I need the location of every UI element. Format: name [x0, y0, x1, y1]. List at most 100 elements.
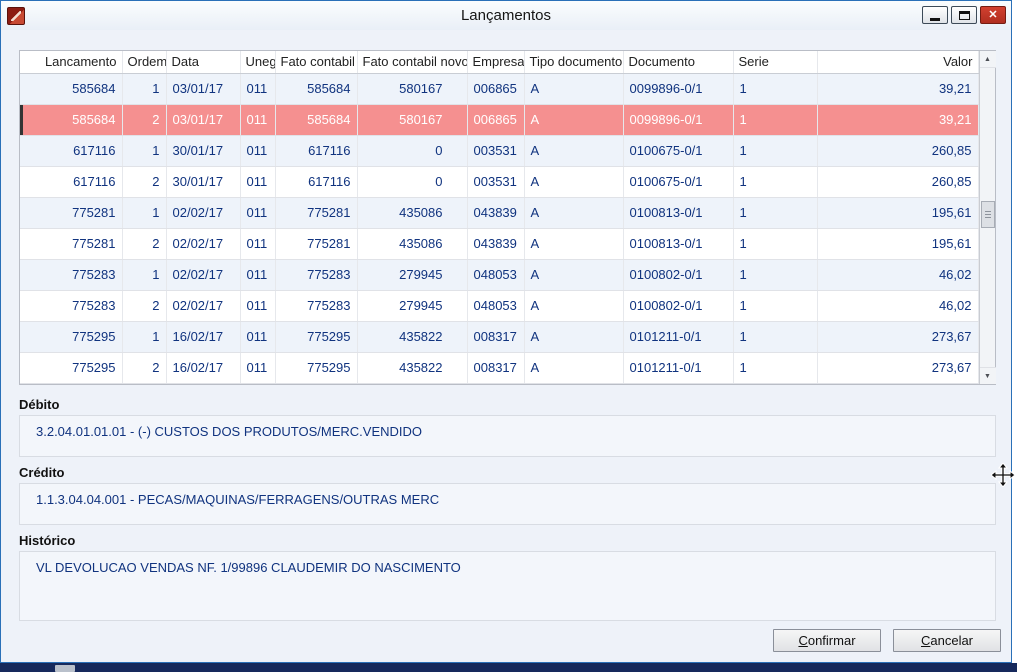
maximize-button[interactable] [951, 6, 977, 24]
cell-serie[interactable]: 1 [733, 135, 818, 167]
table-row[interactable]: 775283 2 02/02/17 011 775283 279945 048053 A 010… [20, 290, 979, 322]
cell-documento[interactable]: 0100813-0/1 [623, 228, 734, 260]
column-header-lancamento[interactable]: Lancamento [20, 51, 123, 74]
cell-fato_contabil_novo[interactable]: 435086 [357, 197, 468, 229]
cell-data[interactable]: 16/02/17 [166, 352, 241, 385]
cell-lancamento[interactable]: 775295 [20, 352, 123, 385]
cell-tipo_documento[interactable]: A [524, 259, 624, 291]
cell-empresa[interactable]: 006865 [467, 73, 525, 105]
cell-fato_contabil[interactable]: 775295 [275, 352, 358, 385]
cell-fato_contabil[interactable]: 775281 [275, 197, 358, 229]
cell-lancamento[interactable]: 775295 [20, 321, 123, 353]
cell-fato_contabil[interactable]: 585684 [275, 73, 358, 105]
cell-documento[interactable]: 0101211-0/1 [623, 321, 734, 353]
cell-documento[interactable]: 0100813-0/1 [623, 197, 734, 229]
cell-data[interactable]: 03/01/17 [166, 73, 241, 105]
cell-ordem[interactable]: 2 [122, 228, 167, 260]
cell-lancamento[interactable]: 775283 [20, 259, 123, 291]
cell-tipo_documento[interactable]: A [524, 352, 624, 385]
cell-tipo_documento[interactable]: A [524, 290, 624, 322]
cell-fato_contabil[interactable]: 617116 [275, 135, 358, 167]
cell-documento[interactable]: 0099896-0/1 [623, 104, 734, 136]
cell-uneg[interactable]: 011 [240, 352, 276, 385]
confirm-button[interactable]: Confirmar [773, 629, 881, 652]
table-row[interactable]: 775283 1 02/02/17 011 775283 279945 048053 A 010… [20, 259, 979, 291]
cell-tipo_documento[interactable]: A [524, 228, 624, 260]
cell-tipo_documento[interactable]: A [524, 73, 624, 105]
cell-uneg[interactable]: 011 [240, 321, 276, 353]
cell-documento[interactable]: 0100802-0/1 [623, 259, 734, 291]
cell-data[interactable]: 02/02/17 [166, 259, 241, 291]
cell-valor[interactable]: 273,67 [817, 321, 979, 353]
column-header-tipo_documento[interactable]: Tipo documento [524, 51, 624, 74]
cell-valor[interactable]: 273,67 [817, 352, 979, 385]
cell-ordem[interactable]: 2 [122, 352, 167, 385]
scrollbar-thumb[interactable] [980, 201, 995, 228]
cell-tipo_documento[interactable]: A [524, 321, 624, 353]
cell-serie[interactable]: 1 [733, 73, 818, 105]
cell-fato_contabil[interactable]: 775283 [275, 290, 358, 322]
cell-data[interactable]: 02/02/17 [166, 290, 241, 322]
cell-ordem[interactable]: 2 [122, 166, 167, 198]
cell-data[interactable]: 02/02/17 [166, 228, 241, 260]
cell-fato_contabil[interactable]: 775281 [275, 228, 358, 260]
cell-uneg[interactable]: 011 [240, 73, 276, 105]
cell-valor[interactable]: 39,21 [817, 104, 979, 136]
table-row[interactable]: 617116 2 30/01/17 011 617116 0 003531 A 0100675-… [20, 166, 979, 198]
cell-serie[interactable]: 1 [733, 104, 818, 136]
table-row[interactable]: 775281 1 02/02/17 011 775281 435086 043839 A 010… [20, 197, 979, 229]
cell-tipo_documento[interactable]: A [524, 197, 624, 229]
cell-valor[interactable]: 260,85 [817, 166, 979, 198]
minimize-button[interactable] [922, 6, 948, 24]
table-row[interactable]: 617116 1 30/01/17 011 617116 0 003531 A 0100675-… [20, 135, 979, 167]
column-header-fato_contabil[interactable]: Fato contabil [275, 51, 358, 74]
cell-empresa[interactable]: 048053 [467, 259, 525, 291]
cell-fato_contabil_novo[interactable]: 580167 [357, 104, 468, 136]
cell-data[interactable]: 02/02/17 [166, 197, 241, 229]
close-button[interactable]: ✕ [980, 6, 1006, 24]
cell-empresa[interactable]: 043839 [467, 197, 525, 229]
cell-fato_contabil_novo[interactable]: 0 [357, 166, 468, 198]
column-header-empresa[interactable]: Empresa [467, 51, 525, 74]
cell-fato_contabil_novo[interactable]: 435086 [357, 228, 468, 260]
cell-uneg[interactable]: 011 [240, 259, 276, 291]
table-row[interactable]: 775281 2 02/02/17 011 775281 435086 043839 A 010… [20, 228, 979, 260]
cell-empresa[interactable]: 008317 [467, 352, 525, 385]
cell-documento[interactable]: 0101211-0/1 [623, 352, 734, 385]
cell-documento[interactable]: 0100802-0/1 [623, 290, 734, 322]
cell-fato_contabil_novo[interactable]: 279945 [357, 259, 468, 291]
table-row[interactable]: 775295 1 16/02/17 011 775295 435822 008317 A 010… [20, 321, 979, 353]
cell-fato_contabil_novo[interactable]: 435822 [357, 352, 468, 385]
cell-data[interactable]: 30/01/17 [166, 166, 241, 198]
cell-tipo_documento[interactable]: A [524, 166, 624, 198]
cell-empresa[interactable]: 006865 [467, 104, 525, 136]
cell-tipo_documento[interactable]: A [524, 135, 624, 167]
cell-ordem[interactable]: 1 [122, 321, 167, 353]
column-header-valor[interactable]: Valor [817, 51, 979, 74]
vertical-scrollbar[interactable]: ▲ ▼ [978, 51, 996, 384]
column-header-ordem[interactable]: Ordem [122, 51, 167, 74]
column-header-uneg[interactable]: Uneg [240, 51, 276, 74]
table-row[interactable]: 585684 2 03/01/17 011 585684 580167 006865 A 009… [20, 104, 979, 136]
taskbar-item[interactable] [55, 665, 75, 672]
cell-data[interactable]: 30/01/17 [166, 135, 241, 167]
cell-valor[interactable]: 46,02 [817, 290, 979, 322]
cell-fato_contabil_novo[interactable]: 279945 [357, 290, 468, 322]
cell-uneg[interactable]: 011 [240, 197, 276, 229]
cell-ordem[interactable]: 1 [122, 73, 167, 105]
cell-lancamento[interactable]: 775283 [20, 290, 123, 322]
cell-valor[interactable]: 260,85 [817, 135, 979, 167]
cell-tipo_documento[interactable]: A [524, 104, 624, 136]
cell-fato_contabil[interactable]: 775295 [275, 321, 358, 353]
cell-fato_contabil_novo[interactable]: 435822 [357, 321, 468, 353]
cell-empresa[interactable]: 003531 [467, 135, 525, 167]
cell-documento[interactable]: 0099896-0/1 [623, 73, 734, 105]
cell-serie[interactable]: 1 [733, 352, 818, 385]
cell-lancamento[interactable]: 617116 [20, 135, 123, 167]
scroll-up-icon[interactable]: ▲ [979, 51, 996, 68]
cell-valor[interactable]: 195,61 [817, 228, 979, 260]
cell-fato_contabil_novo[interactable]: 580167 [357, 73, 468, 105]
cell-lancamento[interactable]: 775281 [20, 228, 123, 260]
cell-ordem[interactable]: 1 [122, 259, 167, 291]
cell-uneg[interactable]: 011 [240, 166, 276, 198]
